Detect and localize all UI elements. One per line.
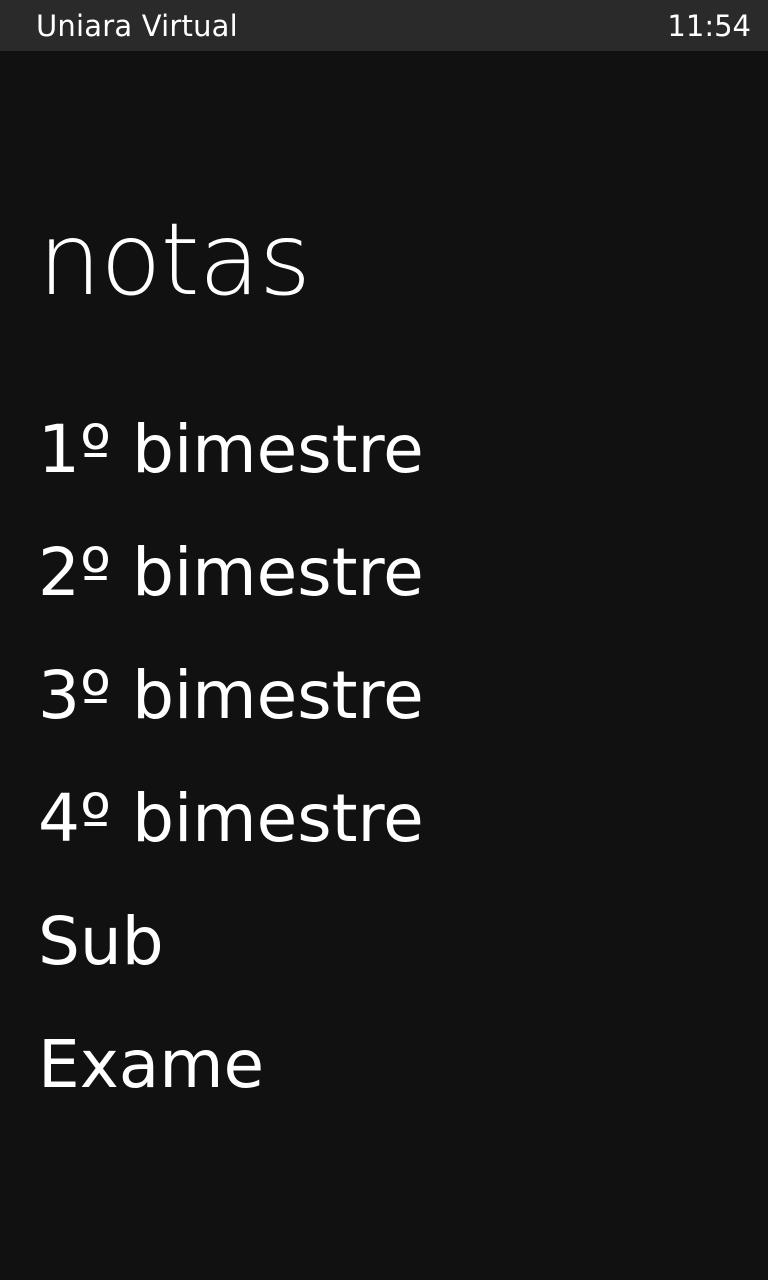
grades-menu: 1º bimestre 2º bimestre 3º bimestre 4º b… <box>38 410 424 1148</box>
menu-item-sub[interactable]: Sub <box>38 902 424 1025</box>
menu-item-1st-bimester[interactable]: 1º bimestre <box>38 410 424 533</box>
menu-item-4th-bimester[interactable]: 4º bimestre <box>38 779 424 902</box>
menu-item-3rd-bimester[interactable]: 3º bimestre <box>38 656 424 779</box>
status-bar: Uniara Virtual 11:54 <box>0 0 768 51</box>
app-name: Uniara Virtual <box>36 8 238 43</box>
menu-item-exame[interactable]: Exame <box>38 1025 424 1148</box>
clock: 11:54 <box>667 8 751 43</box>
page-title: notas <box>38 201 311 318</box>
menu-item-2nd-bimester[interactable]: 2º bimestre <box>38 533 424 656</box>
